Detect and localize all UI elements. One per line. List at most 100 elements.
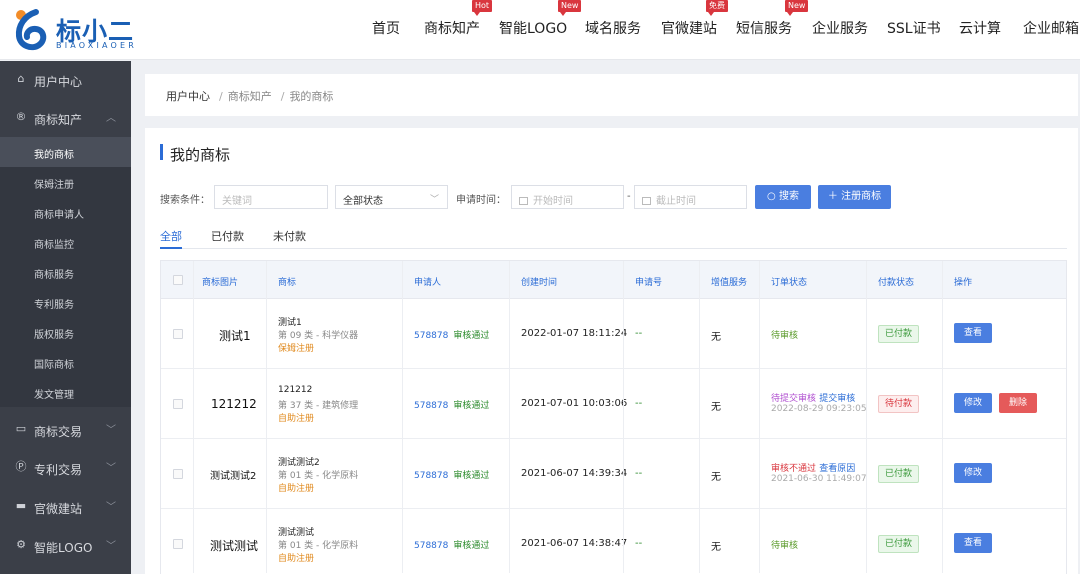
applicant-status: 审核通过 — [453, 401, 490, 411]
sidebar-item-patent-trade[interactable]: Ⓟ 专利交易 ﹀ — [0, 449, 131, 487]
row-checkbox[interactable] — [173, 399, 183, 409]
status-select[interactable]: 全部状态 ﹀ — [335, 185, 448, 209]
sidebar-subitem-monitor[interactable]: 商标监控 — [0, 227, 131, 257]
nav-cloud[interactable]: 云计算 — [959, 18, 1001, 38]
trademark-name: 测试测试2 — [278, 458, 320, 468]
trademark-image-text: 测试测试2 — [210, 471, 257, 482]
sidebar-item-label: 商标知产 — [34, 113, 83, 127]
column-header: 商标 — [278, 278, 297, 288]
table-row: 121212 121212 第 37 类 - 建筑修理 自助注册 578878 审… — [161, 369, 1066, 439]
calendar-icon — [519, 197, 528, 205]
column-divider — [623, 261, 624, 573]
applicant-id-link[interactable]: 578878 — [414, 541, 448, 551]
view-button[interactable]: 查看 — [954, 323, 992, 343]
column-divider — [866, 261, 867, 573]
delete-button[interactable]: 删除 — [999, 393, 1037, 413]
column-divider — [759, 261, 760, 573]
sidebar-item-label: 用户中心 — [34, 75, 83, 89]
column-header: 商标图片 — [202, 278, 239, 288]
nav-sms[interactable]: 短信服务 — [736, 18, 792, 38]
column-header: 付款状态 — [878, 278, 915, 288]
sidebar-subitem-international[interactable]: 国际商标 — [0, 347, 131, 377]
sidebar-item-user-center[interactable]: ⌂ 用户中心 — [0, 61, 131, 99]
created-time: 2021-06-07 14:39:34 — [521, 468, 628, 479]
sidebar-item-label: 官微建站 — [34, 502, 83, 516]
nav-trademark[interactable]: 商标知产 — [424, 18, 480, 38]
column-divider — [942, 261, 943, 573]
nav-ssl[interactable]: SSL证书 — [887, 18, 941, 38]
end-date-placeholder: 截止时间 — [656, 196, 696, 207]
breadcrumb-item-current: 我的商标 — [289, 90, 334, 103]
edit-button[interactable]: 修改 — [954, 393, 992, 413]
column-divider — [509, 261, 510, 573]
register-trademark-button[interactable]: ＋ 注册商标 — [818, 185, 891, 209]
gear-icon: ⚙ — [16, 538, 26, 551]
applicant-id-link[interactable]: 578878 — [414, 401, 448, 411]
nav-smart-logo[interactable]: 智能LOGO — [499, 18, 567, 38]
sidebar-subitem-applicants[interactable]: 商标申请人 — [0, 197, 131, 227]
sidebar-item-website[interactable]: ▬ 官微建站 ﹀ — [0, 488, 131, 526]
breadcrumb: 用户中心 / 商标知产 / 我的商标 — [166, 88, 337, 104]
start-date-input[interactable]: 开始时间 — [511, 185, 624, 209]
sidebar-item-label: 专利交易 — [34, 463, 83, 477]
submit-review-link[interactable]: 提交审核 — [819, 394, 855, 404]
sidebar-subitem-documents[interactable]: 发文管理 — [0, 377, 131, 407]
nav-badge-hot: Hot — [472, 0, 493, 16]
nav-website[interactable]: 官微建站 — [661, 18, 717, 38]
sidebar-subitem-my-trademarks[interactable]: 我的商标 — [0, 137, 131, 167]
patent-icon: Ⓟ — [15, 460, 27, 473]
tab-unpaid[interactable]: 未付款 — [273, 228, 306, 244]
sidebar-subitem-label: 国际商标 — [34, 360, 74, 371]
row-checkbox[interactable] — [173, 539, 183, 549]
start-date-placeholder: 开始时间 — [533, 196, 573, 207]
view-button[interactable]: 查看 — [954, 533, 992, 553]
end-date-input[interactable]: 截止时间 — [634, 185, 747, 209]
trademark-image-text: 测试1 — [219, 329, 251, 343]
keyword-input[interactable]: 关键词 — [214, 185, 328, 209]
select-all-checkbox[interactable] — [173, 275, 183, 285]
main-nav: 首页 商标知产 Hot 智能LOGO New 域名服务 官微建站 免费 短信服务… — [0, 0, 1080, 60]
row-checkbox[interactable] — [173, 329, 183, 339]
breadcrumb-item-user-center[interactable]: 用户中心 — [166, 90, 210, 103]
breadcrumb-item-trademark[interactable]: 商标知产 — [228, 90, 272, 103]
column-header: 申请号 — [635, 278, 663, 288]
sidebar-item-smart-logo[interactable]: ⚙ 智能LOGO ﹀ — [0, 527, 131, 565]
edit-button[interactable]: 修改 — [954, 463, 992, 483]
sidebar-subitem-tm-service[interactable]: 商标服务 — [0, 257, 131, 287]
search-button-label: 搜索 — [778, 191, 799, 202]
chevron-up-icon: ︿ — [106, 113, 116, 124]
row-checkbox[interactable] — [173, 469, 183, 479]
tab-paid[interactable]: 已付款 — [211, 228, 244, 244]
registration-type: 自助注册 — [278, 414, 315, 424]
tab-bar: 全部 已付款 未付款 — [160, 223, 1067, 249]
nav-email[interactable]: 企业邮箱 — [1023, 18, 1079, 38]
application-number: -- — [635, 398, 643, 409]
nav-enterprise[interactable]: 企业服务 — [812, 18, 868, 38]
applicant-id-link[interactable]: 578878 — [414, 471, 448, 481]
sidebar-subitem-nanny-register[interactable]: 保姆注册 — [0, 167, 131, 197]
applicant-id-link[interactable]: 578878 — [414, 331, 448, 341]
search-icon: ○ — [767, 191, 779, 202]
column-header: 操作 — [954, 278, 973, 288]
tab-all[interactable]: 全部 — [160, 228, 182, 244]
active-tab-underline — [160, 247, 182, 249]
nav-home[interactable]: 首页 — [372, 18, 400, 38]
sidebar-item-label: 智能LOGO — [34, 541, 93, 555]
table-row: 测试测试2 测试测试2 第 01 类 - 化学原料 自助注册 578878 审核通… — [161, 439, 1066, 509]
view-reason-link[interactable]: 查看原因 — [819, 464, 855, 474]
trademark-class: 第 09 类 - 科学仪器 — [278, 331, 359, 341]
sidebar-subitem-patent-service[interactable]: 专利服务 — [0, 287, 131, 317]
nav-domain[interactable]: 域名服务 — [585, 18, 641, 38]
keyword-placeholder: 关键词 — [222, 196, 252, 207]
search-button[interactable]: ○ 搜索 — [755, 185, 811, 209]
sidebar-item-trademark[interactable]: ® 商标知产 ︿ — [0, 99, 131, 137]
created-time: 2022-01-07 18:11:24 — [521, 328, 628, 339]
sidebar-subitem-label: 商标申请人 — [34, 210, 84, 221]
order-status-pending-submit: 待提交审核 — [771, 394, 817, 404]
applicant-status: 审核通过 — [453, 541, 490, 551]
plus-icon: ＋ — [827, 191, 842, 202]
home-icon: ⌂ — [17, 72, 25, 85]
sidebar-subitem-copyright[interactable]: 版权服务 — [0, 317, 131, 347]
search-conditions-label: 搜索条件： — [160, 195, 210, 206]
sidebar-item-tm-trade[interactable]: ▭ 商标交易 ﹀ — [0, 411, 131, 449]
